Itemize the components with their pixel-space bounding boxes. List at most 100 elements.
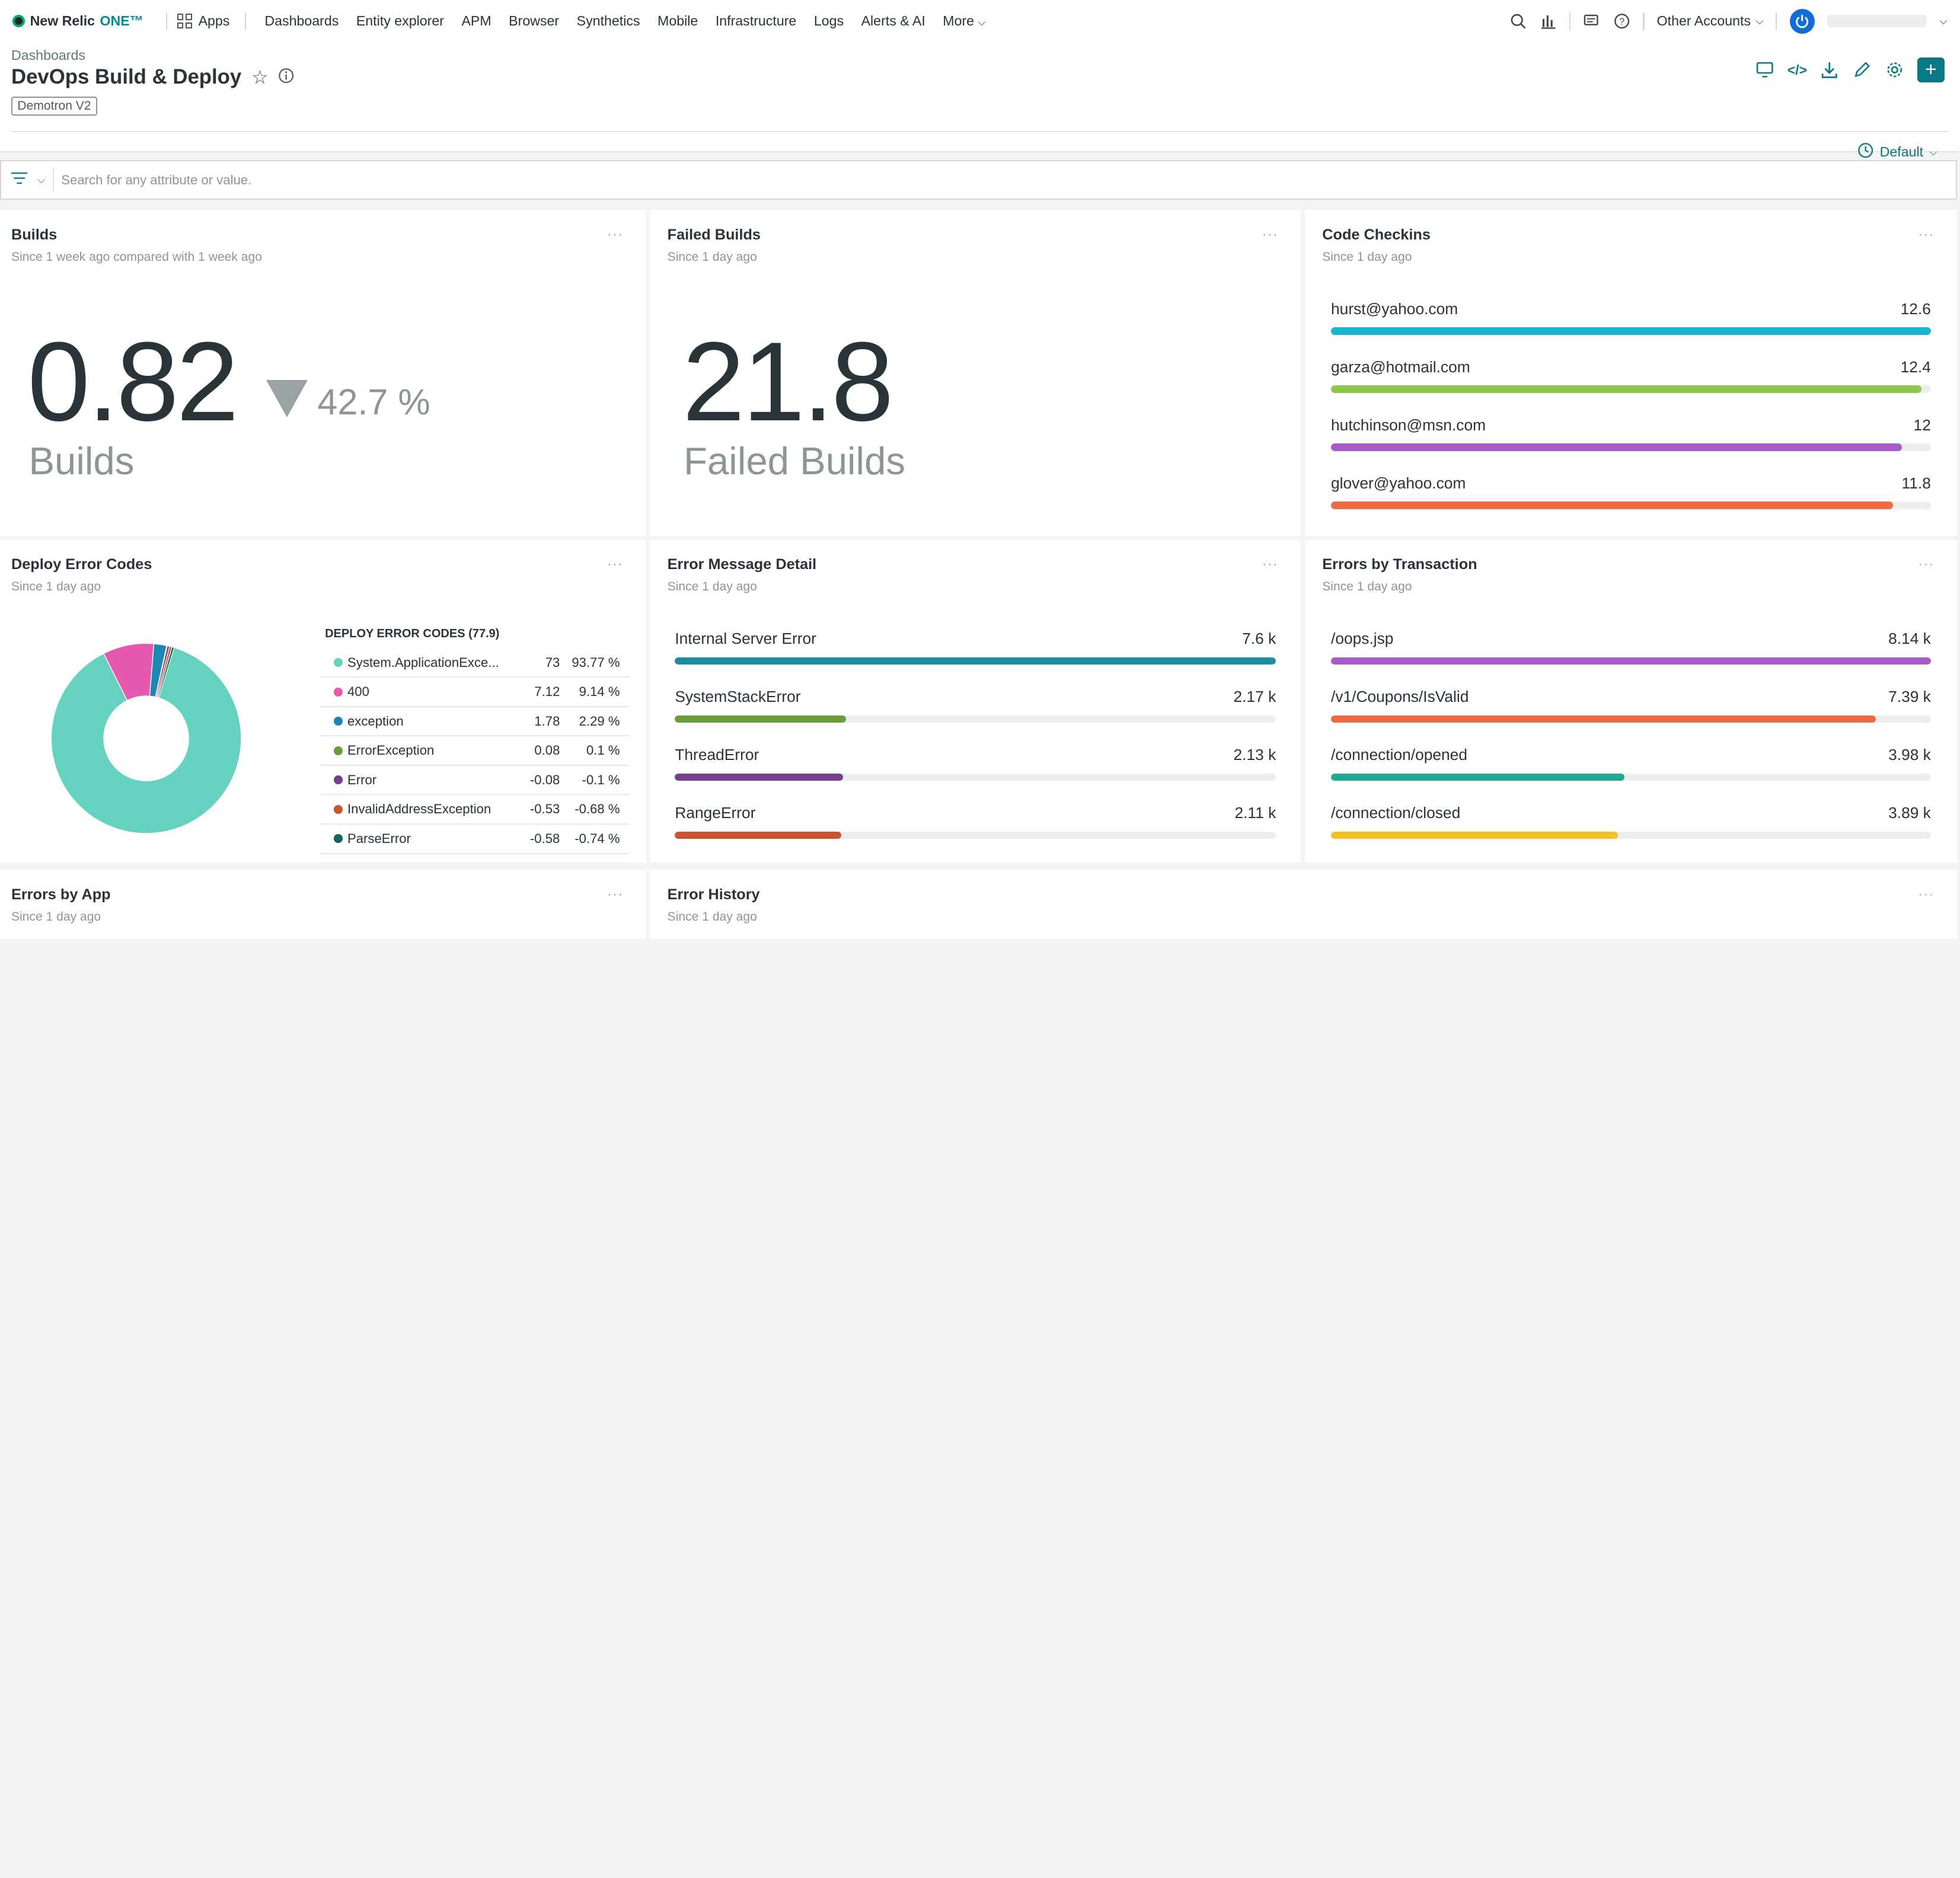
widget-builds: Builds Since 1 week ago compared with 1 …	[0, 210, 646, 536]
bar-fill	[675, 831, 842, 839]
bar-list-item[interactable]: hurst@yahoo.com 12.6	[1331, 300, 1931, 358]
bar-value: 7.6 k	[1242, 630, 1276, 648]
nav-synthetics[interactable]: Synthetics	[577, 13, 640, 29]
widget-menu-button[interactable]: ···	[608, 228, 624, 242]
widget-title: Deploy Error Codes	[11, 556, 152, 573]
bar-list-item[interactable]: hutchinson@msn.com 12	[1331, 416, 1931, 474]
nav-more[interactable]: More ⌵	[943, 13, 985, 29]
bar-track	[675, 831, 1276, 839]
chevron-down-icon: ⌵	[1929, 146, 1937, 158]
table-row[interactable]: Error -0.08 -0.1 %	[320, 766, 630, 796]
bar-list-item[interactable]: /connection/closed 3.89 k	[1331, 804, 1931, 862]
info-icon[interactable]	[278, 66, 294, 89]
bar-fill	[1331, 443, 1902, 451]
breadcrumb[interactable]: Dashboards	[11, 47, 1948, 63]
time-picker-label: Default	[1879, 144, 1924, 160]
legend-swatch	[333, 658, 343, 667]
tv-mode-icon[interactable]	[1755, 60, 1775, 80]
table-row[interactable]: ErrorException 0.08 0.1 %	[320, 736, 630, 766]
widget-menu-button[interactable]: ···	[1918, 557, 1935, 571]
nav-apm[interactable]: APM	[461, 13, 491, 29]
bar-label: RangeError	[675, 804, 756, 822]
user-avatar-icon[interactable]	[1789, 8, 1815, 34]
nav-infrastructure[interactable]: Infrastructure	[716, 13, 797, 29]
nav-dashboards[interactable]: Dashboards	[264, 13, 339, 29]
user-name-placeholder[interactable]	[1827, 15, 1927, 28]
settings-gear-icon[interactable]	[1885, 60, 1905, 80]
account-tag[interactable]: Demotron V2	[11, 96, 97, 116]
nav-logs[interactable]: Logs	[814, 13, 844, 29]
bar-label: garza@hotmail.com	[1331, 357, 1470, 376]
nav-browser[interactable]: Browser	[509, 13, 559, 29]
table-row[interactable]: InvalidAddressException -0.53 -0.68 %	[320, 795, 630, 825]
bar-list-item[interactable]: /oops.jsp 8.14 k	[1331, 630, 1931, 688]
widget-menu-button[interactable]: ···	[608, 887, 624, 902]
bar-label: SystemStackError	[675, 688, 801, 706]
legend-name: ParseError	[347, 831, 411, 846]
chevron-down-icon: ⌵	[1755, 15, 1764, 27]
legend-swatch	[333, 804, 343, 814]
nav-divider	[1569, 12, 1571, 30]
bar-list-item[interactable]: glover@yahoo.com 11.8	[1331, 474, 1931, 532]
table-row[interactable]: 400 7.12 9.14 %	[320, 678, 630, 707]
feedback-icon[interactable]	[1583, 12, 1601, 30]
query-builder-icon[interactable]	[1540, 12, 1557, 30]
filter-search-input[interactable]: Search for any attribute or value.	[61, 173, 251, 188]
bar-list-item[interactable]: garza@hotmail.com 12.4	[1331, 358, 1931, 416]
add-widget-button[interactable]: +	[1917, 57, 1945, 83]
bar-label: /oops.jsp	[1331, 630, 1394, 648]
download-icon[interactable]	[1819, 60, 1840, 80]
chevron-down-icon[interactable]: ⌵	[37, 174, 45, 186]
widget-title: Errors by App	[11, 886, 111, 903]
bar-list-item[interactable]: RangeError 2.11 k	[675, 804, 1276, 862]
chevron-down-icon[interactable]: ⌵	[1939, 15, 1947, 27]
widget-menu-button[interactable]: ···	[608, 557, 624, 571]
apps-menu[interactable]: Apps	[177, 13, 229, 29]
bar-list-item[interactable]: /connection/opened 3.98 k	[1331, 746, 1931, 804]
code-json-icon[interactable]: </>	[1787, 60, 1808, 80]
legend-percent: 93.77 %	[572, 654, 620, 670]
help-icon[interactable]: ?	[1613, 12, 1631, 30]
bar-list-item[interactable]: /v1/Coupons/IsValid 7.39 k	[1331, 688, 1931, 746]
nav-alerts-ai[interactable]: Alerts & AI	[861, 13, 925, 29]
bar-value: 7.39 k	[1888, 688, 1931, 706]
widget-menu-button[interactable]: ···	[1262, 228, 1278, 242]
widget-menu-button[interactable]: ···	[1262, 557, 1278, 571]
nav-divider	[165, 12, 167, 30]
search-icon[interactable]	[1509, 12, 1527, 30]
star-icon[interactable]: ☆	[251, 66, 268, 88]
bar-list-item[interactable]: Internal Server Error 7.6 k	[675, 630, 1276, 688]
widget-failed-builds: Failed Builds Since 1 day ago ··· 21.8 F…	[650, 210, 1301, 536]
time-picker[interactable]: Default ⌵	[1857, 142, 1937, 162]
legend-table-title: DEPLOY ERROR CODES (77.9)	[325, 627, 500, 641]
clock-icon	[1857, 142, 1873, 162]
widget-subtitle: Since 1 day ago	[667, 909, 757, 924]
legend-value: 7.12	[534, 684, 560, 700]
filter-icon[interactable]	[11, 172, 28, 188]
bar-list-item[interactable]: SystemStackError 2.17 k	[675, 688, 1276, 746]
bar-track	[1331, 657, 1931, 665]
bar-fill	[1331, 773, 1624, 781]
bar-value: 3.89 k	[1888, 804, 1931, 822]
bar-value: 2.13 k	[1233, 746, 1276, 764]
bar-value: 12.6	[1900, 299, 1931, 318]
widget-menu-button[interactable]: ···	[1918, 228, 1935, 242]
table-row[interactable]: exception 1.78 2.29 %	[320, 707, 630, 737]
edit-pencil-icon[interactable]	[1852, 60, 1872, 80]
bar-value: 8.14 k	[1888, 630, 1931, 648]
new-relic-logo[interactable]: New Relic ONE™	[12, 13, 143, 29]
account-switcher[interactable]: Other Accounts ⌵	[1657, 13, 1764, 29]
bar-label: ThreadError	[675, 746, 759, 764]
widget-title: Builds	[11, 226, 58, 243]
bar-list: /oops.jsp 8.14 k/v1/Coupons/IsValid 7.39 k…	[1331, 630, 1931, 862]
table-row[interactable]: ParseError -0.58 -0.74 %	[320, 825, 630, 854]
table-row[interactable]: System.ApplicationExce... 73 93.77 %	[320, 649, 630, 678]
widget-menu-button[interactable]: ···	[1918, 887, 1935, 902]
bar-value: 12	[1913, 416, 1931, 434]
nav-mobile[interactable]: Mobile	[657, 13, 698, 29]
bar-fill	[675, 715, 847, 723]
nav-divider	[1776, 12, 1777, 30]
nav-entity-explorer[interactable]: Entity explorer	[356, 13, 444, 29]
bar-list-item[interactable]: ThreadError 2.13 k	[675, 746, 1276, 804]
bar-fill	[675, 773, 844, 781]
